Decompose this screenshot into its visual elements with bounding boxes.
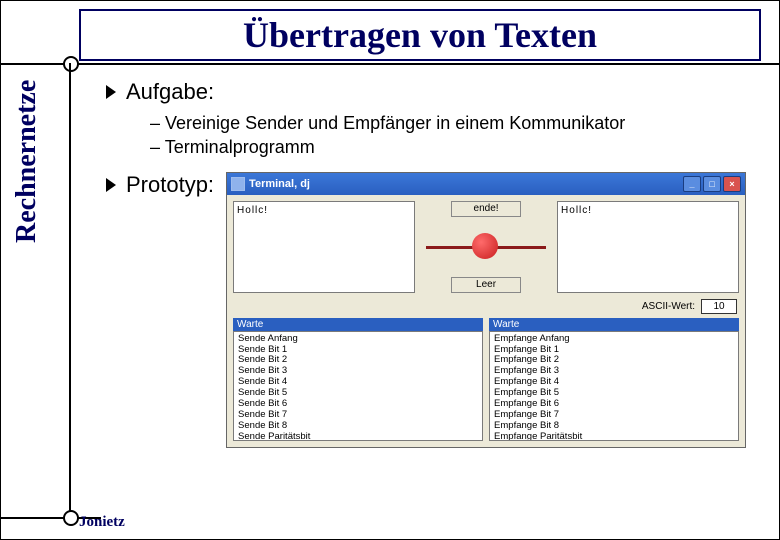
right-list-box[interactable]: Empfange Anfang Empfange Bit 1 Empfange … [489, 331, 739, 441]
sub-bullet-1: Vereinige Sender und Empfänger in einem … [150, 111, 754, 135]
middle-column: ende! Leer [421, 201, 551, 293]
window-title: Terminal, dj [249, 178, 310, 190]
right-list-header: Warte [489, 318, 739, 331]
triangle-bullet-icon [106, 85, 116, 99]
left-list-header: Warte [233, 318, 483, 331]
left-list-column: Warte Sende Anfang Sende Bit 1 Sende Bit… [233, 318, 483, 441]
left-list-box[interactable]: Sende Anfang Sende Bit 1 Sende Bit 2 Sen… [233, 331, 483, 441]
slide-container: Übertragen von Texten Rechnernetze Aufga… [0, 0, 780, 540]
bullet-prototype: Prototyp: [106, 172, 214, 198]
left-text-pane[interactable]: Hollc! [233, 201, 415, 293]
clear-button[interactable]: Leer [451, 277, 521, 293]
minimize-button[interactable]: _ [683, 176, 701, 192]
list-item: Empfange Paritätsbit [494, 432, 734, 441]
title-box: Übertragen von Texten [79, 9, 761, 61]
wire-graphic [426, 233, 546, 261]
ascii-row: ASCII-Wert: 10 [227, 299, 745, 318]
maximize-button[interactable]: □ [703, 176, 721, 192]
decor-knob-top [63, 56, 79, 72]
decor-vbar [69, 63, 71, 511]
bullet-proto-label: Prototyp: [126, 172, 214, 198]
triangle-bullet-icon [106, 178, 116, 192]
ascii-label: ASCII-Wert: [642, 301, 695, 312]
decor-knob-bottom [63, 510, 79, 526]
titlebar[interactable]: Terminal, dj _ □ × [227, 173, 745, 195]
slide-title: Übertragen von Texten [243, 14, 597, 56]
sub-bullet-2: Terminalprogramm [150, 135, 754, 159]
close-button[interactable]: × [723, 176, 741, 192]
bullet-task-label: Aufgabe: [126, 79, 214, 105]
bullet-task: Aufgabe: [106, 79, 754, 105]
ascii-value-field[interactable]: 10 [701, 299, 737, 314]
content-area: Aufgabe: Vereinige Sender und Empfänger … [106, 79, 754, 448]
list-item: Sende Paritätsbit [238, 432, 478, 441]
right-text-pane[interactable]: Hollc! [557, 201, 739, 293]
send-button[interactable]: ende! [451, 201, 521, 217]
footer-author: Jonietz [79, 514, 125, 531]
app-window: Terminal, dj _ □ × Hollc! ende! Leer [226, 172, 746, 448]
list-item: Sende Anfang [238, 334, 478, 345]
lists-row: Warte Sende Anfang Sende Bit 1 Sende Bit… [227, 318, 745, 447]
sidebar-label: Rechnernetze [11, 71, 61, 251]
prototype-row: Prototyp: Terminal, dj _ □ × Hollc! ende… [106, 172, 754, 448]
wire-node-icon [472, 233, 498, 259]
right-list-column: Warte Empfange Anfang Empfange Bit 1 Emp… [489, 318, 739, 441]
app-icon [231, 177, 245, 191]
decor-hbar-top [1, 63, 779, 65]
list-item: Empfange Anfang [494, 334, 734, 345]
upper-panel: Hollc! ende! Leer Hollc! [227, 195, 745, 299]
